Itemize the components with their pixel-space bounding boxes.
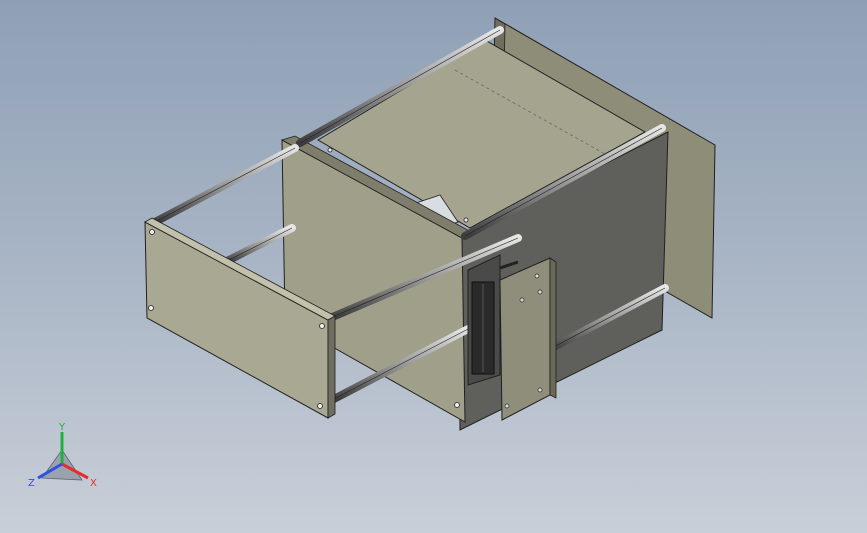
x-axis-label: X (90, 478, 97, 489)
graphics-viewport[interactable]: Y X Z (0, 0, 867, 533)
rod-left-upper[interactable] (151, 144, 299, 226)
connector-block[interactable] (467, 254, 501, 386)
rod-left-middle[interactable] (221, 224, 296, 266)
z-axis-label: Z (28, 478, 35, 489)
y-axis-label: Y (58, 422, 66, 433)
axis-triad: Y X Z (28, 422, 97, 489)
model-scene[interactable] (0, 0, 867, 533)
front-card-panel[interactable] (499, 257, 557, 421)
